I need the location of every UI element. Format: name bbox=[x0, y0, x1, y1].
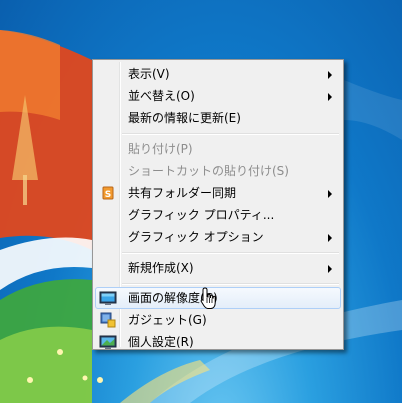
menu-item-label: 表示(V) bbox=[128, 67, 170, 81]
menu-item-sort-by[interactable]: 並べ替え(O) bbox=[95, 85, 341, 107]
menu-item-screen-resolution[interactable]: 画面の解像度(C) bbox=[95, 287, 341, 309]
submenu-arrow-icon bbox=[328, 234, 332, 242]
menu-item-label: 並べ替え(O) bbox=[128, 89, 195, 103]
gadget-icon bbox=[99, 311, 117, 329]
desktop-background[interactable]: 表示(V) 並べ替え(O) 最新の情報に更新(E) 貼り付け(P) ショートカッ… bbox=[0, 0, 402, 403]
menu-item-personalize[interactable]: 個人設定(R) bbox=[95, 331, 341, 353]
personalize-icon bbox=[99, 333, 117, 351]
menu-item-paste-shortcut[interactable]: ショートカットの貼り付け(S) bbox=[95, 160, 341, 182]
menu-item-label: グラフィック プロパティ... bbox=[128, 208, 275, 222]
menu-item-label: ショートカットの貼り付け(S) bbox=[128, 164, 289, 178]
menu-item-label: 最新の情報に更新(E) bbox=[128, 111, 241, 125]
menu-item-graphics-options[interactable]: グラフィック オプション bbox=[95, 226, 341, 248]
menu-separator bbox=[122, 252, 339, 254]
display-resolution-icon bbox=[99, 289, 117, 307]
sync-folder-icon: S bbox=[99, 184, 117, 202]
menu-item-label: 個人設定(R) bbox=[128, 335, 194, 349]
submenu-arrow-icon bbox=[328, 93, 332, 101]
menu-item-shared-folder-sync[interactable]: S 共有フォルダー同期 bbox=[95, 182, 341, 204]
submenu-arrow-icon bbox=[328, 265, 332, 273]
menu-item-label: 共有フォルダー同期 bbox=[128, 186, 237, 200]
menu-item-label: 新規作成(X) bbox=[128, 261, 194, 275]
submenu-arrow-icon bbox=[328, 71, 332, 79]
menu-item-view[interactable]: 表示(V) bbox=[95, 63, 341, 85]
menu-item-graphics-properties[interactable]: グラフィック プロパティ... bbox=[95, 204, 341, 226]
menu-item-refresh[interactable]: 最新の情報に更新(E) bbox=[95, 107, 341, 129]
hand-cursor-icon bbox=[200, 287, 216, 309]
svg-text:S: S bbox=[105, 190, 111, 200]
menu-separator bbox=[122, 283, 339, 285]
menu-separator bbox=[122, 133, 339, 135]
submenu-arrow-icon bbox=[328, 190, 332, 198]
menu-item-paste[interactable]: 貼り付け(P) bbox=[95, 138, 341, 160]
menu-item-label: 貼り付け(P) bbox=[128, 142, 193, 156]
desktop-context-menu: 表示(V) 並べ替え(O) 最新の情報に更新(E) 貼り付け(P) ショートカッ… bbox=[92, 59, 344, 350]
menu-item-gadgets[interactable]: ガジェット(G) bbox=[95, 309, 341, 331]
menu-item-new[interactable]: 新規作成(X) bbox=[95, 257, 341, 279]
menu-item-label: グラフィック オプション bbox=[128, 230, 264, 244]
menu-item-label: ガジェット(G) bbox=[128, 313, 207, 327]
